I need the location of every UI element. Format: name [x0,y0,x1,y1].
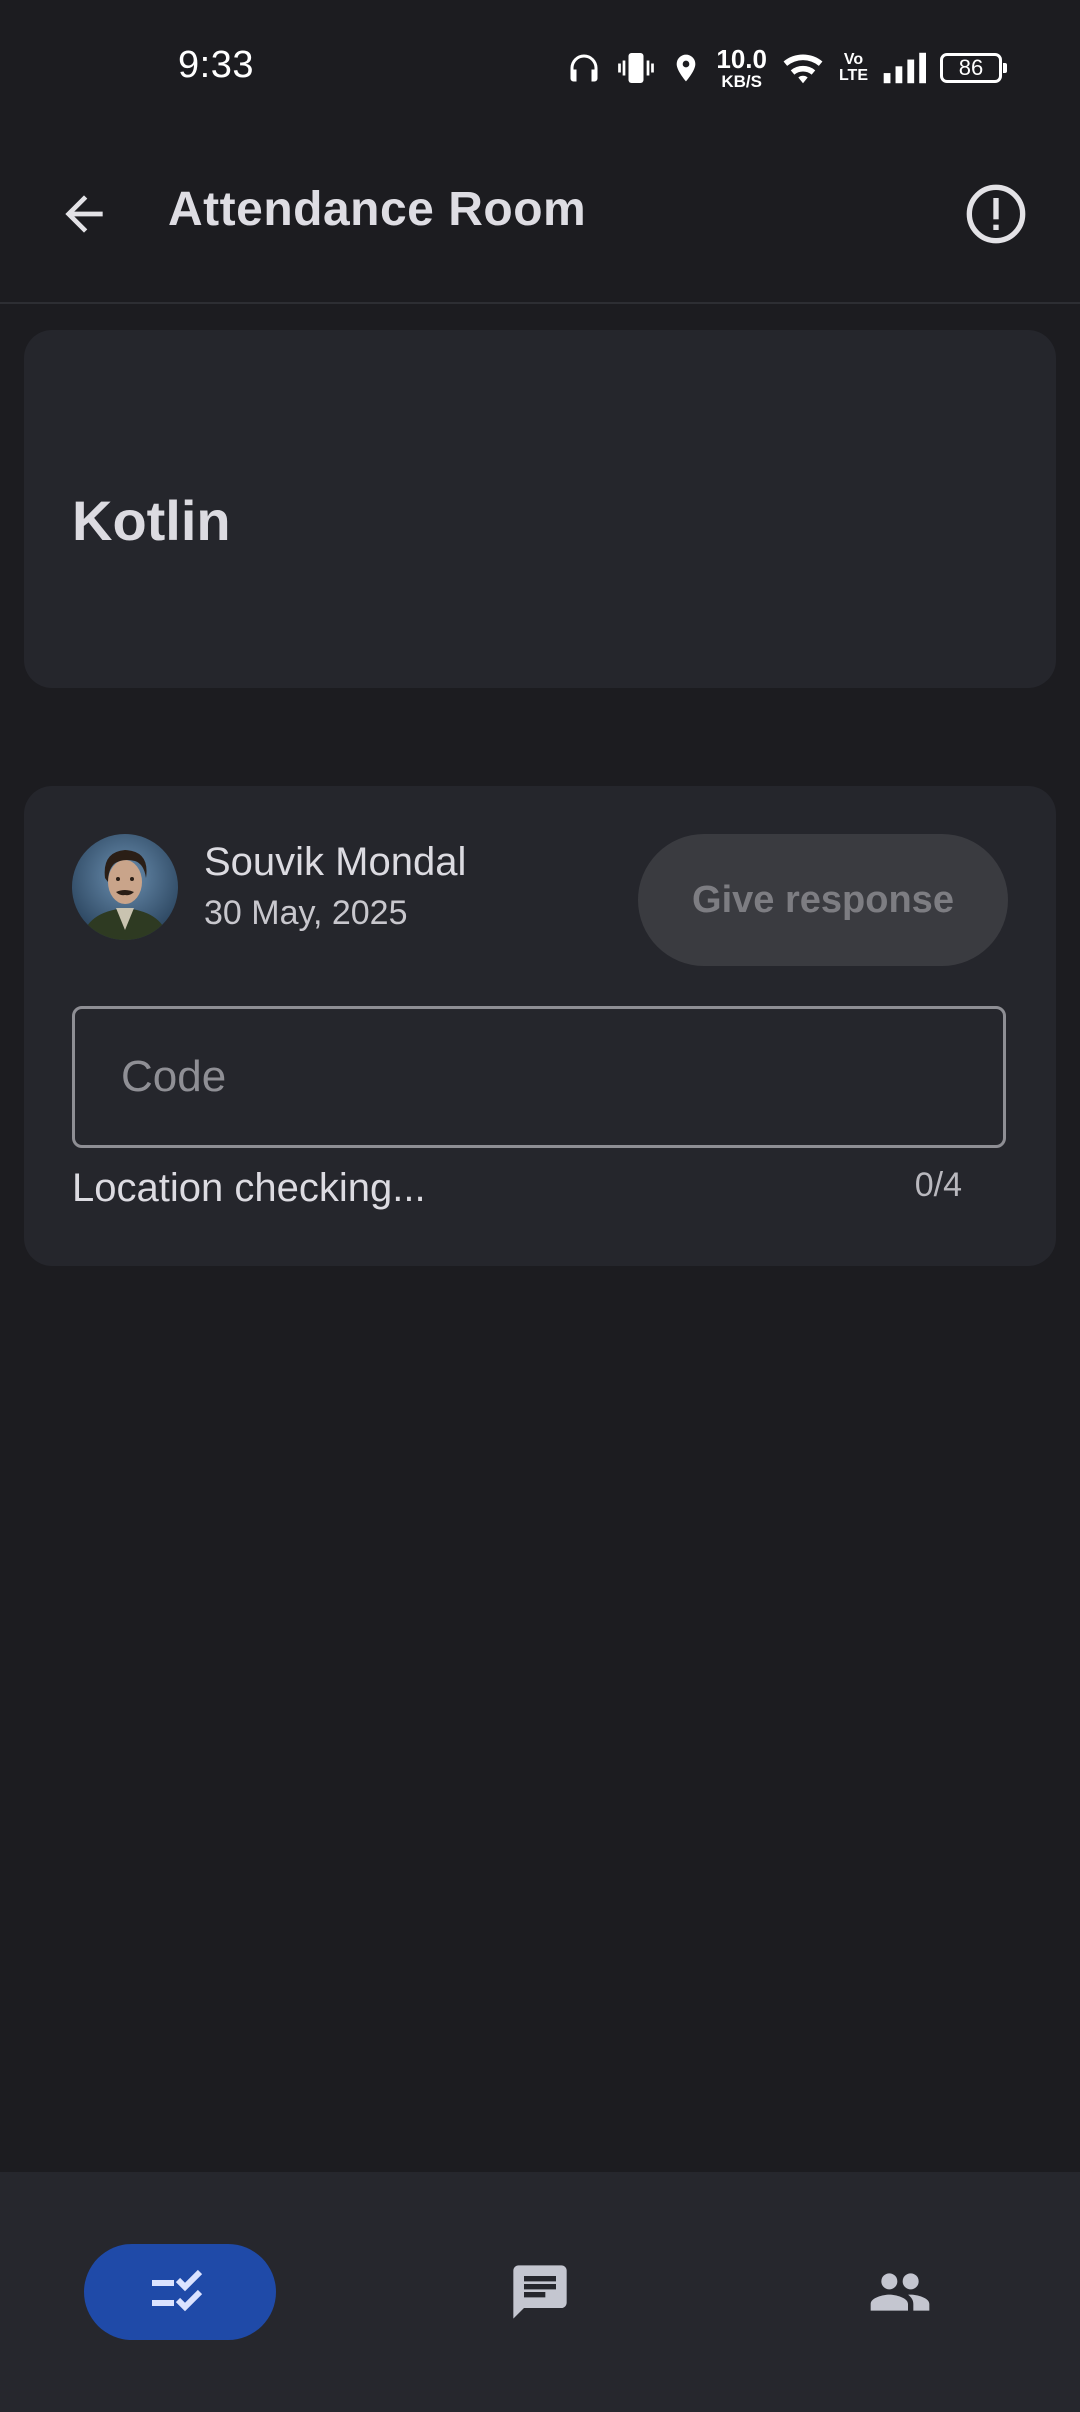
back-button[interactable] [48,178,120,250]
class-name: Kotlin [72,489,231,552]
location-status: Location checking... [72,1166,426,1210]
top-app-bar: Attendance Room [0,136,1080,304]
nav-people[interactable] [852,2244,948,2340]
class-card[interactable]: Kotlin [24,330,1056,688]
attendance-room-screen: 9:33 10.0 KB/S Vo LTE 86 Attendance Room… [0,0,1080,2412]
vibrate-icon [616,50,656,86]
battery-level: 86 [958,55,984,80]
code-input[interactable] [75,1009,1003,1145]
nav-chat[interactable] [492,2244,588,2340]
volte-bottom-label: LTE [838,67,868,84]
volte-icon: Vo LTE [839,52,868,84]
avatar [72,834,178,940]
page-title: Attendance Room [168,183,587,236]
status-bar: 9:33 10.0 KB/S Vo LTE 86 [0,0,1080,136]
status-icons: 10.0 KB/S Vo LTE 86 [566,44,1007,92]
user-name: Souvik Mondal [204,840,467,884]
info-alert-icon [966,184,1026,244]
wifi-icon [781,50,825,86]
bottom-navigation [0,2172,1080,2412]
info-button[interactable] [956,174,1036,254]
network-speed-unit: KB/S [721,72,762,91]
code-field[interactable] [72,1006,1006,1148]
arrow-back-icon [65,195,103,233]
status-time: 9:33 [178,44,254,86]
network-speed-value: 10.0 [716,44,767,74]
people-icon [870,2273,930,2311]
attendance-card: Souvik Mondal 30 May, 2025 Give response… [24,786,1056,1266]
volte-top-label: Vo [843,51,864,68]
signal-icon [882,51,926,85]
nav-assignments[interactable] [84,2244,276,2340]
network-speed: 10.0 KB/S [716,46,767,90]
checklist-icon [152,2269,203,2312]
chat-icon [513,2265,567,2319]
battery-icon: 86 [940,53,1007,83]
location-icon [670,50,702,86]
post-date: 30 May, 2025 [204,894,408,932]
headphones-icon [566,50,602,86]
give-response-button[interactable]: Give response [638,834,1008,966]
code-char-count: 0/4 [914,1166,962,1204]
